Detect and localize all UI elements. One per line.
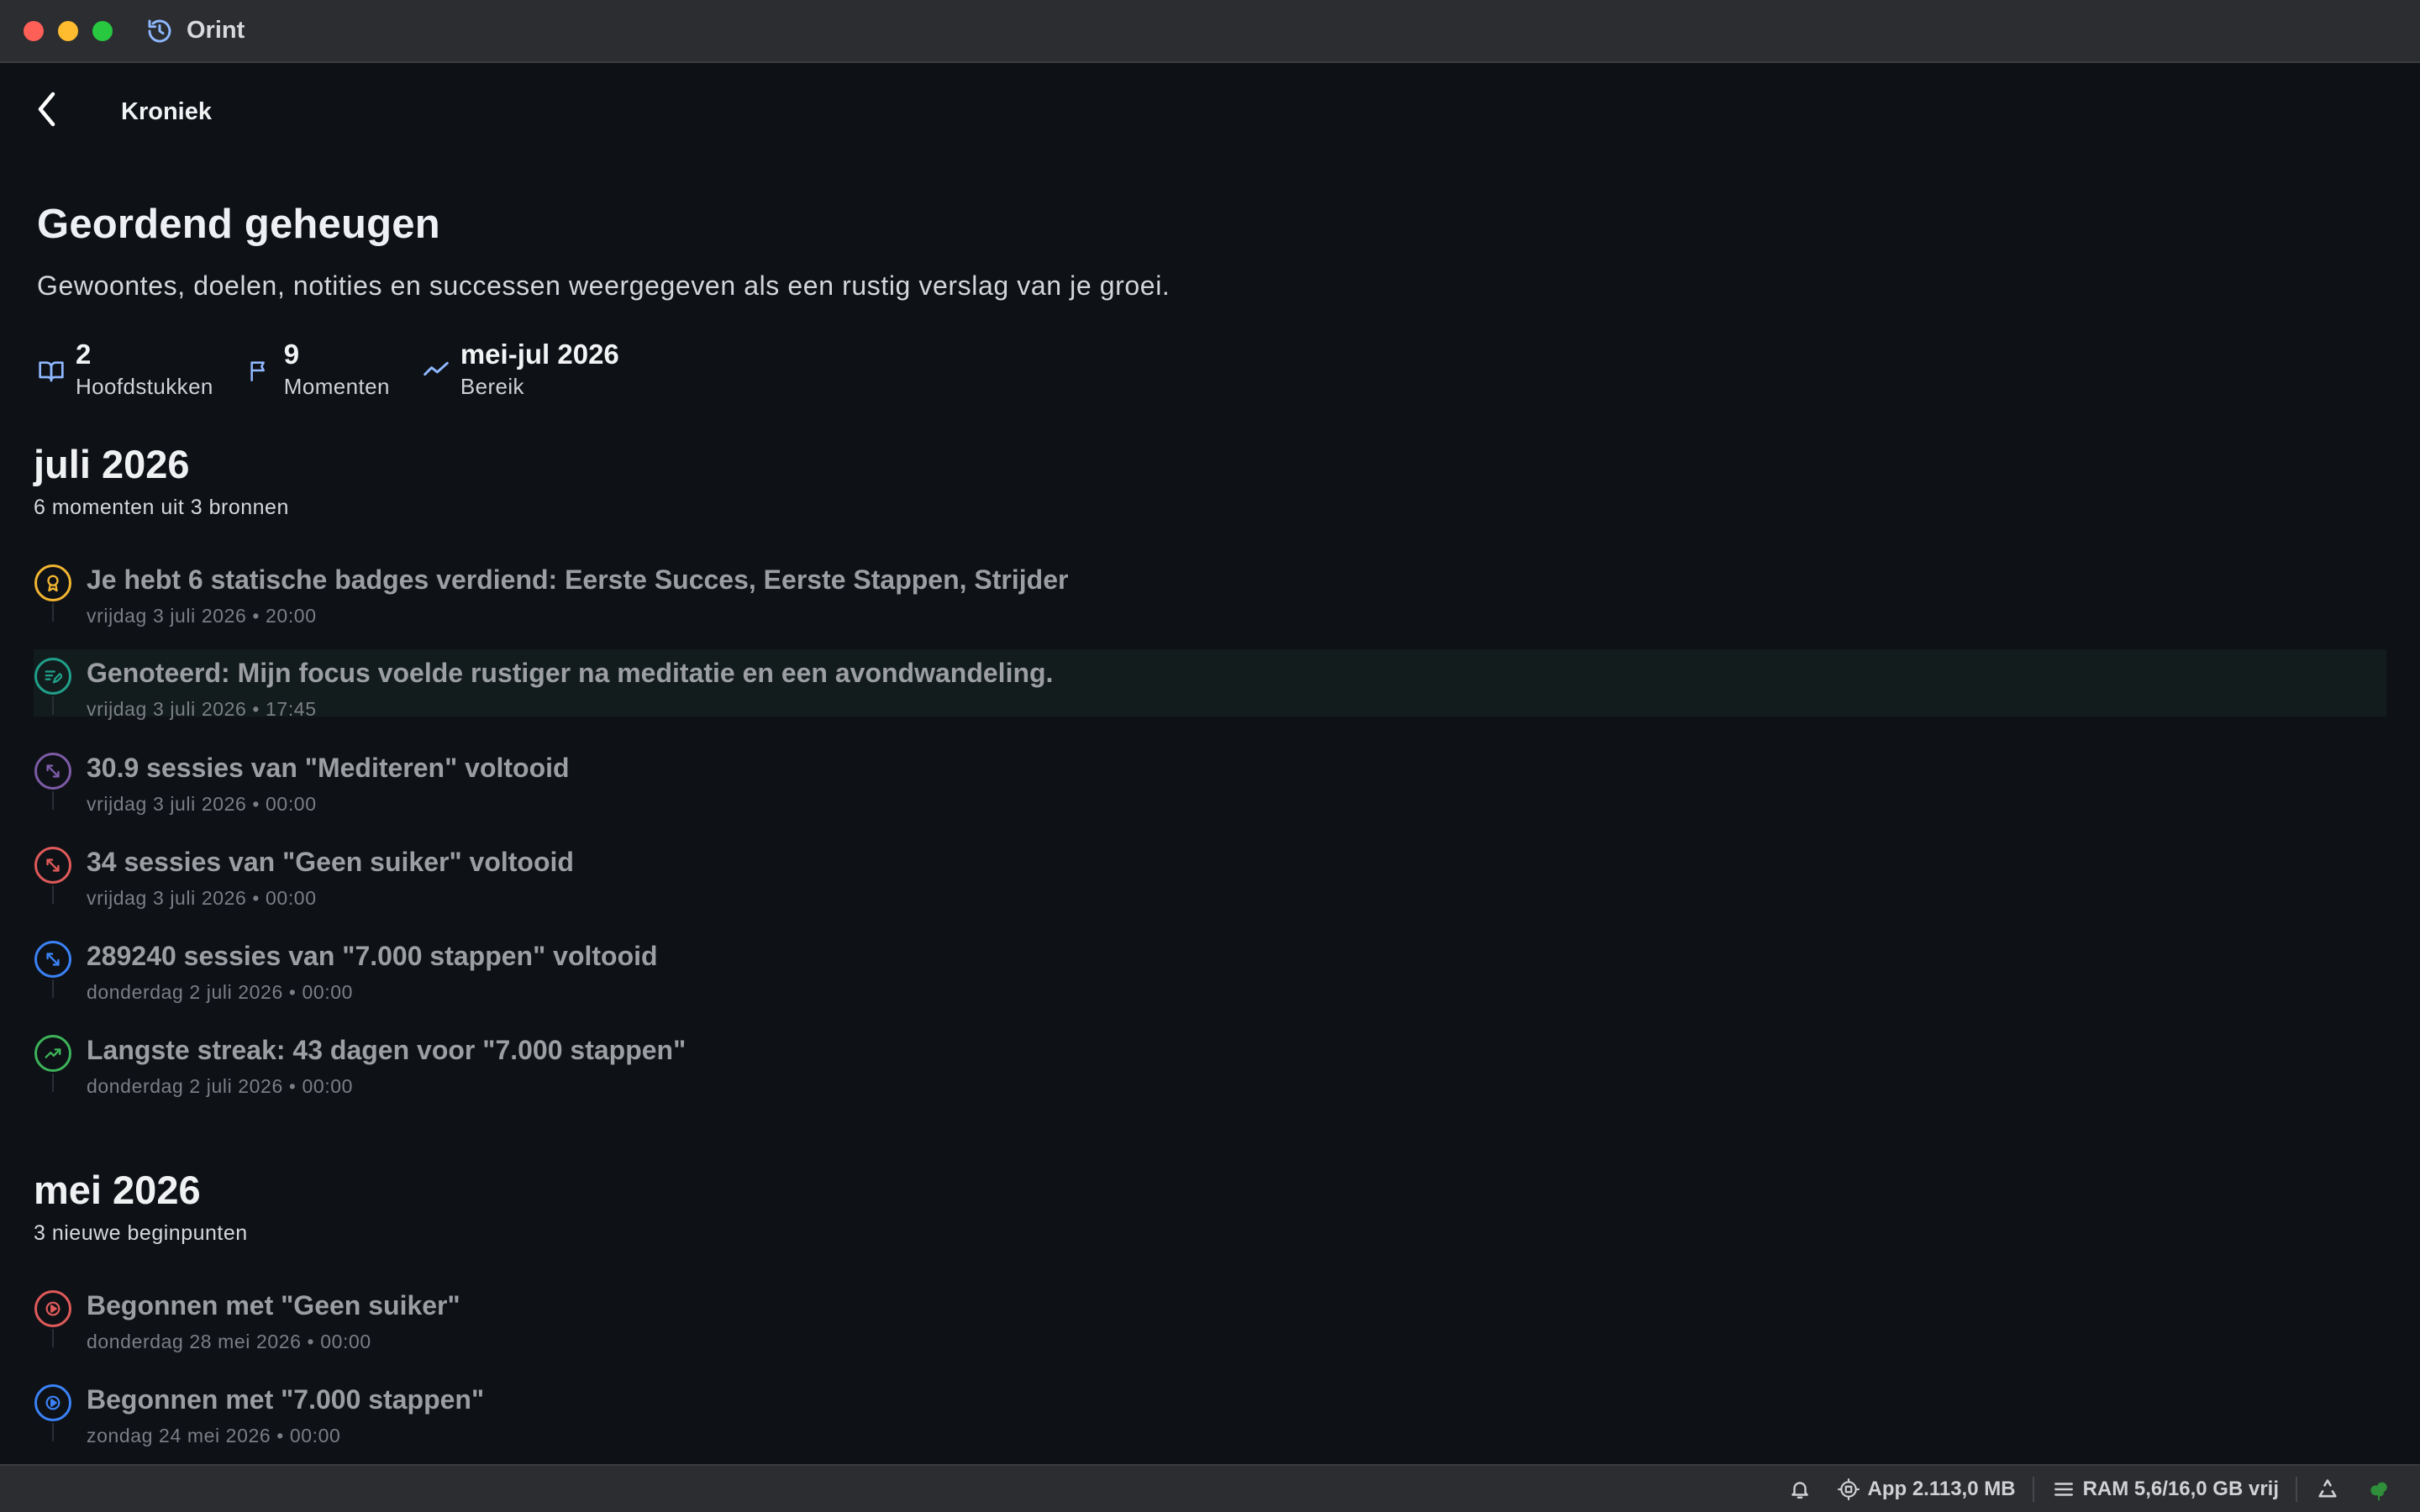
sync-status-button[interactable] (2366, 1477, 2400, 1502)
page-title: Geordend geheugen (37, 202, 440, 247)
window-controls (24, 20, 113, 41)
section-title: mei 2026 (34, 1168, 201, 1212)
timeline-connector (52, 885, 54, 904)
expand-arrows-icon (34, 941, 71, 978)
history-icon (145, 16, 175, 46)
stat-label: Bereik (460, 374, 524, 399)
nav-title: Kroniek (121, 98, 212, 125)
timeline-entry[interactable]: 289240 sessies van "7.000 stappen" volto… (34, 932, 2386, 1003)
stat-moments: 9 Momenten (245, 338, 390, 402)
back-button[interactable] (30, 88, 64, 130)
entry-title: Je hebt 6 statische badges verdiend: Eer… (87, 564, 1069, 595)
award-icon (34, 564, 71, 601)
timeline-connector (52, 603, 54, 622)
stat-value: mei-jul 2026 (460, 339, 619, 370)
top-navigation (30, 88, 64, 130)
app-memory-indicator: App 2.113,0 MB (1837, 1477, 2016, 1501)
timeline-connector (52, 1423, 54, 1441)
trending-up-icon (34, 1035, 71, 1072)
entry-date: vrijdag 3 juli 2026 • 00:00 (87, 887, 317, 909)
entry-title: Langste streak: 43 dagen voor "7.000 sta… (87, 1035, 687, 1065)
timeline-entry[interactable]: 30.9 sessies van "Mediteren" voltooid vr… (34, 744, 2386, 815)
play-circle-icon (34, 1290, 71, 1327)
entry-date: vrijdag 3 juli 2026 • 00:00 (87, 793, 317, 815)
chevron-left-icon (38, 92, 55, 127)
entry-date: donderdag 2 juli 2026 • 00:00 (87, 981, 354, 1003)
entry-title: Genoteerd: Mijn focus voelde rustiger na… (87, 658, 1054, 688)
recycle-button[interactable] (2316, 1478, 2348, 1501)
timeline-connector (52, 696, 54, 715)
minimize-window-button[interactable] (58, 20, 78, 41)
entry-title: 30.9 sessies van "Mediteren" voltooid (87, 753, 570, 783)
timeline-connector (52, 791, 54, 810)
timeline-entry[interactable]: Begonnen met "Geen suiker" donderdag 28 … (34, 1282, 2386, 1352)
expand-arrows-icon (34, 753, 71, 790)
stat-label: Hoofdstukken (76, 374, 213, 399)
entry-title: 289240 sessies van "7.000 stappen" volto… (87, 941, 658, 971)
zoom-window-button[interactable] (92, 20, 113, 41)
book-open-icon (37, 356, 66, 385)
stats-row: 2 Hoofdstukken 9 Momenten mei-jul 2026 B… (37, 338, 651, 402)
recycle-icon (2318, 1478, 2337, 1497)
stat-value: 9 (283, 339, 300, 370)
timeline-entry[interactable]: Genoteerd: Mijn focus voelde rustiger na… (34, 649, 2386, 720)
bell-icon (1791, 1481, 1808, 1499)
app-memory-text: App 2.113,0 MB (1867, 1477, 2016, 1500)
expand-arrows-icon (34, 847, 71, 884)
section-title: juli 2026 (34, 442, 190, 486)
status-bar: App 2.113,0 MB RAM 5,6/16,0 GB vrij (0, 1464, 2420, 1512)
timeline-connector (52, 1329, 54, 1347)
entry-title: 34 sessies van "Geen suiker" voltooid (87, 847, 574, 877)
entry-date: vrijdag 3 juli 2026 • 17:45 (87, 698, 317, 720)
entry-date: donderdag 28 mei 2026 • 00:00 (87, 1331, 371, 1352)
ram-indicator: RAM 5,6/16,0 GB vrij (2053, 1478, 2279, 1501)
play-circle-icon (34, 1384, 71, 1421)
entry-date: zondag 24 mei 2026 • 00:00 (87, 1425, 341, 1446)
timeline-connector (52, 979, 54, 998)
stat-chapters: 2 Hoofdstukken (37, 338, 213, 402)
timeline-entry[interactable]: Langste streak: 43 dagen voor "7.000 sta… (34, 1026, 2386, 1097)
stat-value: 2 (76, 339, 92, 370)
memory-icon (2054, 1482, 2073, 1496)
app-title: Orint (187, 17, 245, 44)
title-bar: Orint (0, 0, 2420, 63)
tree-icon (2370, 1482, 2387, 1500)
section-subtitle: 6 momenten uit 3 bronnen (34, 496, 289, 519)
entry-date: donderdag 2 juli 2026 • 00:00 (87, 1075, 354, 1097)
note-edit-icon (34, 658, 71, 695)
trend-icon (422, 354, 450, 383)
entry-date: vrijdag 3 juli 2026 • 20:00 (87, 605, 317, 627)
status-separator (2296, 1476, 2297, 1502)
timeline-entry[interactable]: 34 sessies van "Geen suiker" voltooid vr… (34, 838, 2386, 909)
section-subtitle: 3 nieuwe beginpunten (34, 1221, 248, 1245)
entry-title: Begonnen met "7.000 stappen" (87, 1384, 485, 1415)
timeline-entry[interactable]: Je hebt 6 statische badges verdiend: Eer… (34, 556, 2386, 627)
notifications-button[interactable] (1789, 1478, 1819, 1500)
stat-label: Momenten (283, 374, 390, 399)
ram-text: RAM 5,6/16,0 GB vrij (2082, 1477, 2279, 1500)
page-subtitle: Gewoontes, doelen, notities en successen… (37, 270, 1171, 301)
chip-icon (1837, 1478, 1860, 1500)
flag-icon (245, 356, 274, 385)
main-content: Kroniek Geordend geheugen Gewoontes, doe… (0, 65, 2420, 1464)
timeline-entry[interactable]: Begonnen met "7.000 stappen" zondag 24 m… (34, 1376, 2386, 1446)
entry-title: Begonnen met "Geen suiker" (87, 1290, 460, 1320)
status-separator (2032, 1476, 2034, 1502)
timeline-connector (52, 1074, 54, 1092)
stat-range: mei-jul 2026 Bereik (422, 338, 619, 402)
close-window-button[interactable] (24, 20, 44, 41)
